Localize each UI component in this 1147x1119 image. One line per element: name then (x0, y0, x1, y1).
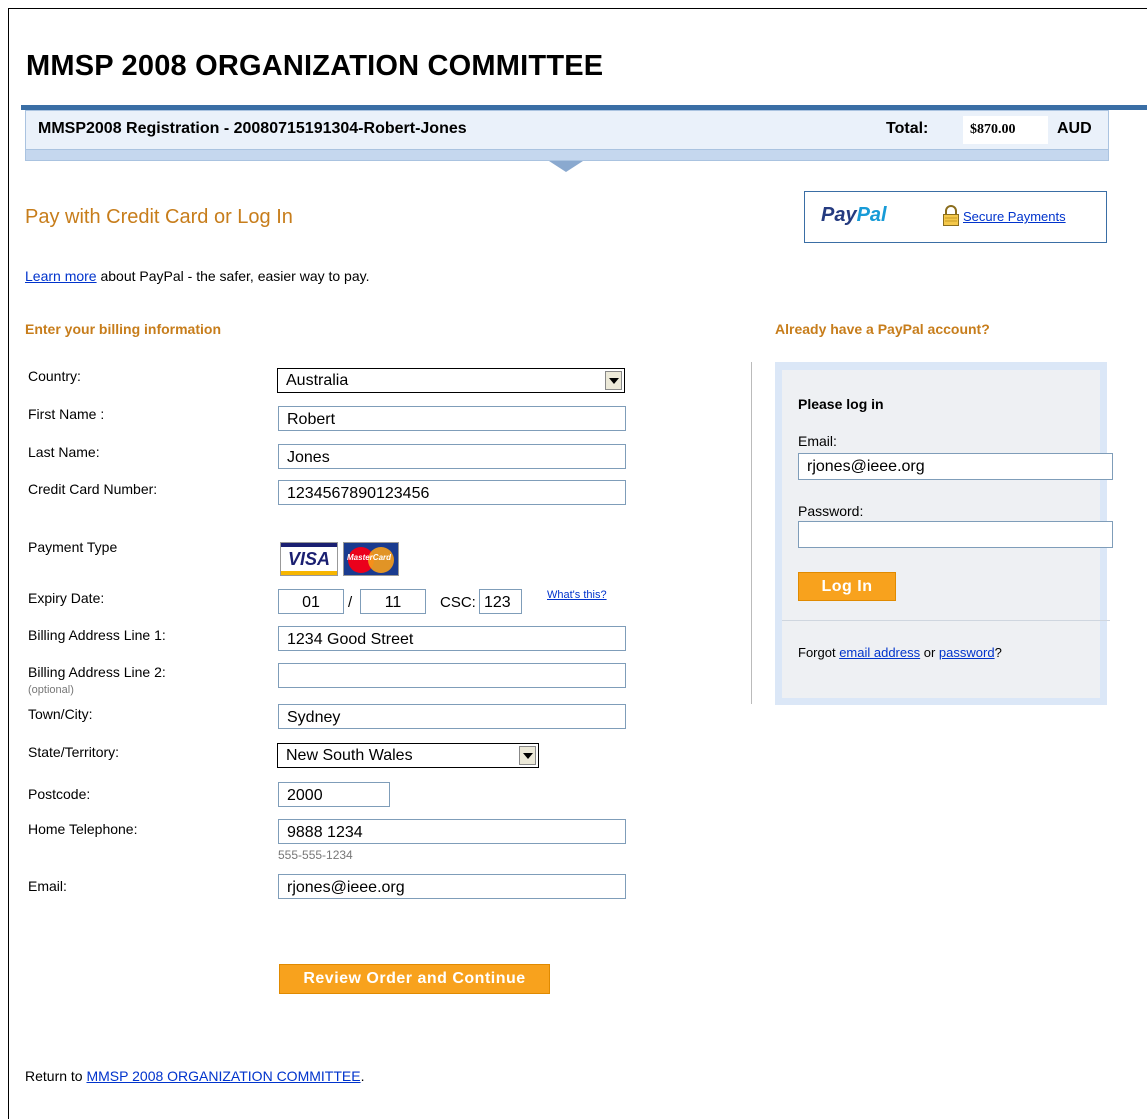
expiry-separator: / (348, 594, 353, 611)
lock-icon (943, 205, 959, 226)
paypal-logo-pay: Pay (821, 204, 857, 226)
address2-optional: (optional) (28, 684, 74, 696)
pay-heading: Pay with Credit Card or Log In (25, 206, 293, 228)
dropdown-arrow-icon (519, 746, 536, 765)
phone-input[interactable]: 9888 1234 (278, 819, 626, 844)
last-name-label: Last Name: (28, 444, 100, 460)
forgot-line: Forgot email address or password? (798, 645, 1002, 660)
postcode-label: Postcode: (28, 786, 91, 802)
forgot-suffix: ? (994, 645, 1002, 660)
login-email-label: Email: (798, 433, 837, 449)
login-title: Please log in (798, 396, 884, 412)
last-name-input[interactable]: Jones (278, 444, 626, 469)
forgot-or: or (920, 645, 939, 660)
country-label: Country: (28, 368, 81, 384)
expiry-label: Expiry Date: (28, 590, 105, 606)
registration-title: MMSP2008 Registration - 20080715191304-R… (38, 120, 467, 137)
paypal-logo: PayPal (821, 204, 887, 227)
page-title: MMSP 2008 ORGANIZATION COMMITTEE (26, 50, 604, 82)
expiry-month-input[interactable]: 01 (278, 589, 344, 614)
total-value: $870.00 (970, 122, 1016, 137)
expiry-year-input[interactable]: 11 (360, 589, 426, 614)
state-select[interactable]: New South Wales (277, 743, 539, 768)
learn-more-text: about PayPal - the safer, easier way to … (96, 268, 370, 284)
state-label: State/Territory: (28, 744, 120, 760)
forgot-password-link[interactable]: password (939, 645, 995, 660)
learn-more-link[interactable]: Learn more (25, 268, 97, 284)
column-divider (751, 362, 752, 704)
card-number-label: Credit Card Number: (28, 481, 158, 497)
first-name-input[interactable]: Robert (278, 406, 626, 431)
forgot-prefix: Forgot (798, 645, 840, 660)
postcode-input[interactable]: 2000 (278, 782, 390, 807)
return-link[interactable]: MMSP 2008 ORGANIZATION COMMITTEE (86, 1068, 360, 1084)
currency-label: AUD (1057, 120, 1092, 137)
dropdown-arrow-icon (605, 371, 622, 390)
country-value: Australia (286, 372, 349, 389)
visa-card-icon[interactable]: VISA (280, 542, 338, 576)
login-button[interactable]: Log In (798, 572, 896, 601)
login-email-input[interactable]: rjones@ieee.org (798, 453, 1113, 480)
paypal-logo-pal: Pal (856, 204, 887, 226)
secure-payments-link[interactable]: Secure Payments (963, 209, 1066, 224)
address1-input[interactable]: 1234 Good Street (278, 626, 626, 651)
phone-hint: 555-555-1234 (278, 848, 353, 862)
review-order-button[interactable]: Review Order and Continue (279, 964, 550, 994)
email-label: Email: (28, 878, 67, 894)
mastercard-icon[interactable]: MasterCard (343, 542, 399, 576)
forgot-email-link[interactable]: email address (839, 645, 920, 660)
login-separator (782, 620, 1110, 621)
phone-label: Home Telephone: (28, 821, 138, 837)
csc-label: CSC: (440, 594, 476, 611)
state-value: New South Wales (286, 747, 413, 764)
footer-prefix: Return to (25, 1068, 87, 1084)
csc-input[interactable]: 123 (479, 589, 522, 614)
registration-bar-strip (25, 150, 1109, 161)
footer-line: Return to MMSP 2008 ORGANIZATION COMMITT… (25, 1068, 364, 1084)
account-heading: Already have a PayPal account? (775, 321, 990, 337)
down-arrow-icon (549, 161, 583, 172)
address2-label: Billing Address Line 2: (28, 664, 166, 680)
card-number-input[interactable]: 1234567890123456 (278, 480, 626, 505)
mastercard-text: MasterCard (347, 553, 392, 562)
whats-this-link[interactable]: What's this? (547, 589, 607, 601)
email-input[interactable]: rjones@ieee.org (278, 874, 626, 899)
login-password-input[interactable] (798, 521, 1113, 548)
first-name-label: First Name : (28, 406, 105, 422)
city-input[interactable]: Sydney (278, 704, 626, 729)
learn-more-line: Learn more about PayPal - the safer, eas… (25, 268, 369, 284)
country-select[interactable]: Australia (277, 368, 625, 393)
login-password-label: Password: (798, 503, 864, 519)
billing-heading: Enter your billing information (25, 321, 221, 337)
payment-type-label: Payment Type (28, 539, 118, 555)
footer-suffix: . (360, 1068, 365, 1084)
total-label: Total: (886, 120, 929, 137)
address2-input[interactable] (278, 663, 626, 688)
city-label: Town/City: (28, 706, 93, 722)
address1-label: Billing Address Line 1: (28, 627, 166, 643)
